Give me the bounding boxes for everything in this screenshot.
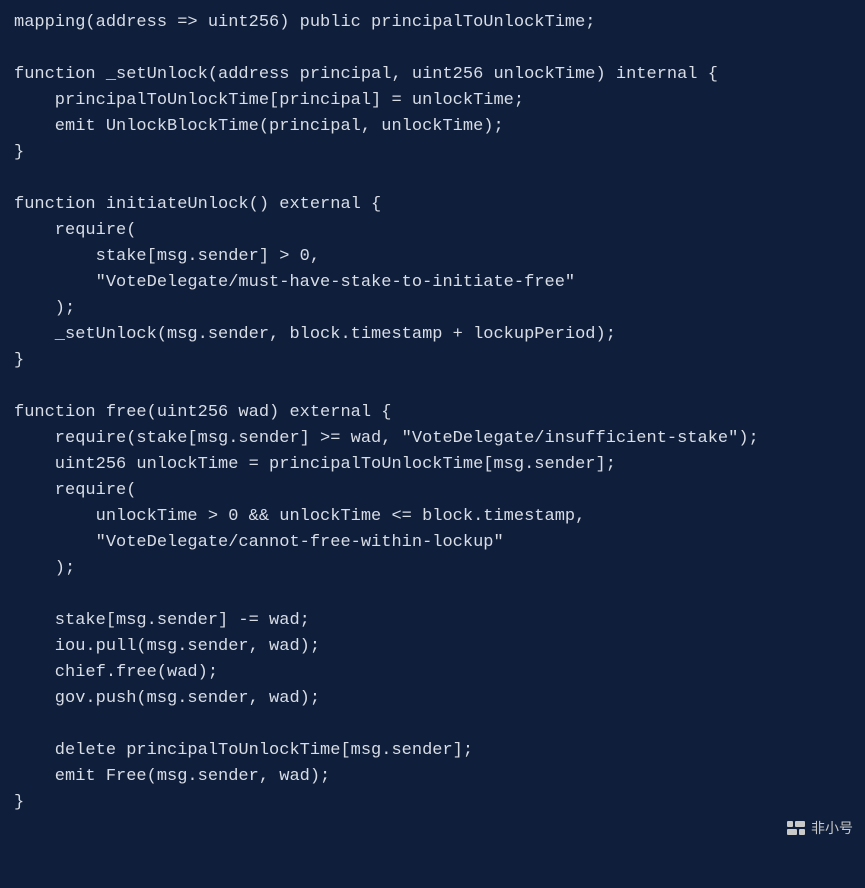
code-content: mapping(address => uint256) public princ… (14, 13, 759, 812)
watermark-logo-icon (787, 821, 805, 835)
watermark-text: 非小号 (811, 818, 853, 838)
watermark: 非小号 (787, 818, 853, 838)
code-block: mapping(address => uint256) public princ… (0, 0, 865, 826)
